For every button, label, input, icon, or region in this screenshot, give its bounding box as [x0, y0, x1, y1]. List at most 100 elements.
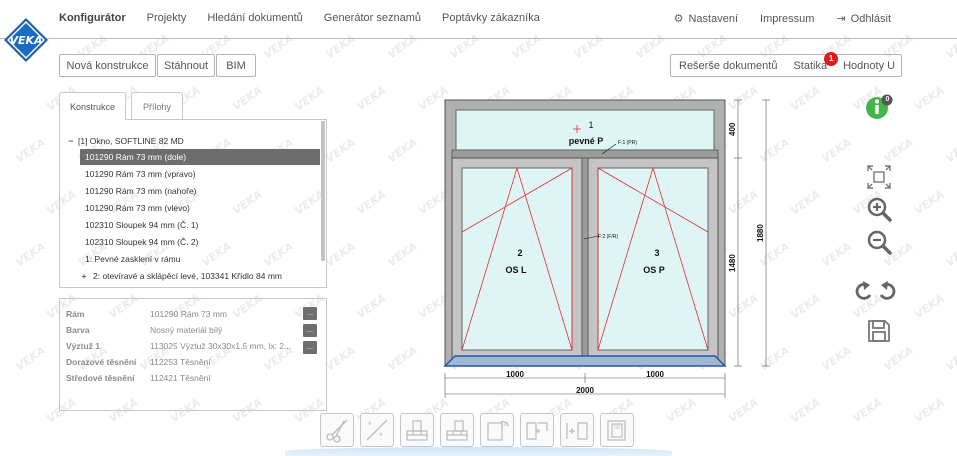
field1-note: F:1 (PR) — [618, 140, 637, 146]
tree-item-frame-left[interactable]: 101290 Rám 73 mm (vlevo) — [85, 200, 190, 216]
prop-row-stredove: Středové těsnění 112421 Těsnění — [66, 371, 211, 385]
vyztuz-edit-button[interactable]: ... — [303, 341, 317, 354]
tree-item-sash[interactable]: + 2: otevíravé a sklápěcí levé, 103341 K… — [78, 268, 282, 284]
fit-screen-icon[interactable] — [866, 164, 892, 190]
top-navigation: Konfigurátor Projekty Hledání dokumentů … — [0, 0, 957, 39]
watermark-logo: VEKA — [912, 83, 947, 114]
field2-number: 2 — [517, 248, 522, 258]
dim-total-width: 2000 — [576, 386, 594, 395]
glass-right — [597, 167, 709, 351]
watermark-logo: VEKA — [230, 83, 265, 114]
nav-poptavky-zakaznika[interactable]: Poptávky zákazníka — [442, 12, 540, 24]
glass-left — [461, 167, 573, 351]
field1-number: 1 — [588, 120, 593, 130]
watermark-logo: VEKA — [13, 135, 48, 166]
tree-item-sash-label: 2: otevíravé a sklápěcí levé, 103341 Kří… — [93, 271, 282, 281]
tree-item-frame-right[interactable]: 101290 Rám 73 mm (vpravo) — [85, 166, 196, 182]
bottom-accent — [285, 447, 672, 456]
tree-item-frame-top[interactable]: 101290 Rám 73 mm (nahoře) — [85, 183, 197, 199]
tab-prilohy[interactable]: Přílohy — [131, 92, 183, 120]
wall-right-icon[interactable] — [440, 413, 474, 447]
watermark-logo: VEKA — [354, 83, 389, 114]
prop-label: Barva — [66, 325, 90, 335]
svg-text:*: * — [379, 431, 383, 441]
tree-item-fixed-glazing[interactable]: 1: Pevné zasklení v rámu — [85, 251, 180, 267]
bim-button[interactable]: BIM — [216, 54, 256, 77]
redo-icon[interactable] — [876, 280, 898, 302]
dim-lower-height: 1480 — [728, 254, 737, 272]
field2-note: F:2 (F/R) — [598, 234, 618, 240]
watermark-logo: VEKA — [881, 135, 916, 166]
tree-item-frame-bottom[interactable]: 101290 Rám 73 mm (dole) — [80, 149, 320, 165]
tree-scrollbar[interactable] — [321, 121, 325, 261]
view-3d-icon[interactable]: 3D — [600, 413, 634, 447]
info-badge: 0 — [885, 96, 890, 103]
watermark-logo: VEKA — [788, 291, 823, 322]
properties-panel: Rám 101290 Rám 73 mm Barva Nosný materiál … — [59, 298, 327, 411]
watermark-logo: VEKA — [323, 343, 358, 374]
undo-icon[interactable] — [853, 280, 875, 302]
new-construction-button[interactable]: Nová konstrukce — [59, 54, 156, 77]
nastaveni-label: Nastavení — [688, 12, 739, 25]
dim-top-height: 400 — [728, 122, 737, 136]
angle-icon[interactable]: 10° — [480, 413, 514, 447]
watermark-logo: VEKA — [912, 291, 947, 322]
window-drawing[interactable]: 1 pevné P F:1 (PR) 2 OS L F:2 (F/R) 3 OS… — [440, 96, 780, 406]
nav-projekty[interactable]: Projekty — [147, 12, 187, 24]
transom — [451, 149, 719, 159]
watermark-logo: VEKA — [385, 343, 420, 374]
watermark-logo: VEKA — [385, 135, 420, 166]
statics-label: Statika — [793, 59, 828, 72]
watermark-logo: VEKA — [850, 395, 885, 426]
nav-generator-seznamu[interactable]: Generátor seznamů — [324, 12, 421, 24]
cut-icon[interactable] — [320, 413, 354, 447]
tree-root-label: [1] Okno, SOFTLINE 82 MD — [78, 136, 184, 146]
prop-label: Rám — [66, 309, 85, 319]
ram-edit-button[interactable]: ... — [303, 307, 317, 320]
save-icon[interactable] — [866, 318, 892, 344]
selected-frame-bottom[interactable] — [443, 355, 727, 367]
collapse-icon[interactable]: − — [64, 136, 78, 146]
coupling-left-icon[interactable] — [520, 413, 554, 447]
watermark-logo: VEKA — [881, 343, 916, 374]
download-button[interactable]: Stáhnout — [157, 54, 215, 77]
expand-icon[interactable]: + — [78, 271, 90, 281]
prop-row-ram: Rám 101290 Rám 73 mm — [66, 307, 227, 321]
watermark-logo: VEKA — [943, 135, 957, 166]
watermark-logo: VEKA — [819, 239, 854, 270]
tree-root[interactable]: − [1] Okno, SOFTLINE 82 MD — [64, 133, 184, 149]
gear-icon: ⚙ — [673, 13, 684, 25]
svg-text:3D: 3D — [614, 425, 621, 431]
tab-konstrukce[interactable]: Konstrukce — [59, 92, 126, 120]
veka-logo[interactable]: VEKA — [2, 16, 50, 64]
prop-value: 113025 Výztuž 30x30x1.5 mm, lx: 2... — [150, 341, 292, 351]
wall-left-icon[interactable] — [400, 413, 434, 447]
document-search-button[interactable]: Rešerše dokumentů — [671, 60, 785, 72]
zoom-in-icon[interactable] — [866, 196, 892, 222]
field2-label: OS L — [505, 265, 527, 275]
svg-text:10°: 10° — [501, 422, 509, 428]
zoom-out-icon[interactable] — [866, 229, 892, 255]
prop-label: Výztuž 1 — [66, 341, 101, 351]
nav-impressum[interactable]: Impressum — [760, 12, 814, 25]
tree-item-mullion-2[interactable]: 102310 Sloupek 94 mm (Č. 2) — [85, 234, 198, 250]
coupling-right-icon[interactable] — [560, 413, 594, 447]
nav-odhlasit[interactable]: ⇥ Odhlásit — [836, 12, 891, 26]
field3-number: 3 — [654, 248, 659, 258]
barva-edit-button[interactable]: ... — [303, 324, 317, 337]
odhlasit-label: Odhlásit — [850, 12, 891, 25]
prop-row-vyztuz: Výztuž 1 113025 Výztuž 30x30x1.5 mm, lx: … — [66, 339, 291, 353]
prop-value: 101290 Rám 73 mm — [150, 309, 228, 319]
logout-icon: ⇥ — [836, 13, 846, 25]
split-icon[interactable]: * * — [360, 413, 394, 447]
tree-item-mullion-1[interactable]: 102310 Sloupek 94 mm (Č. 1) — [85, 217, 198, 233]
watermark-logo: VEKA — [943, 343, 957, 374]
watermark-logo: VEKA — [354, 291, 389, 322]
watermark-logo: VEKA — [788, 395, 823, 426]
nav-nastaveni[interactable]: ⚙ Nastavení — [673, 12, 739, 26]
prop-label: Středové těsnění — [66, 373, 135, 383]
nav-hledani-dokumentu[interactable]: Hledání dokumentů — [207, 12, 302, 24]
u-values-button[interactable]: Hodnoty U — [835, 60, 903, 72]
nav-konfigurator[interactable]: Konfigurátor — [59, 12, 126, 24]
statics-button[interactable]: Statika 1 — [785, 51, 839, 72]
